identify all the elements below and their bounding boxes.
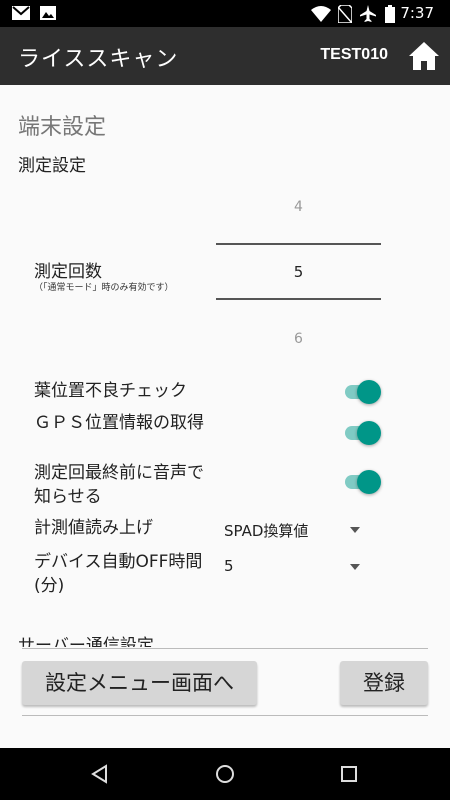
voice-notify-toggle[interactable] xyxy=(345,469,381,494)
readout-label: 計測値読み上げ xyxy=(34,518,153,538)
readout-value: SPAD換算値 xyxy=(224,522,309,540)
divider-top xyxy=(22,648,428,649)
server-settings-heading: サーバー通信設定 xyxy=(18,636,154,647)
auto-off-label: デバイス自動OFF時間(分) xyxy=(34,552,203,596)
settings-menu-button[interactable]: 設定メニュー画面へ xyxy=(22,661,257,705)
section-title: 端末設定 xyxy=(18,115,107,140)
app-title: ライススキャン xyxy=(18,47,179,72)
picker-divider-bottom xyxy=(216,298,381,300)
auto-off-select[interactable]: 5 xyxy=(224,554,364,580)
toggle-thumb xyxy=(357,380,381,404)
gmail-icon xyxy=(12,6,30,20)
settings-content[interactable]: 端末設定 測定設定 測定回数 （「通常モード」時のみ有効です） 4 5 6 葉位… xyxy=(0,85,450,647)
auto-off-value: 5 xyxy=(224,557,234,575)
toggle-thumb xyxy=(357,470,381,494)
nav-bar xyxy=(0,748,450,800)
recents-icon[interactable] xyxy=(337,762,361,786)
leaf-position-check-label: 葉位置不良チェック xyxy=(34,381,187,401)
toggle-thumb xyxy=(357,421,381,445)
battery-icon xyxy=(385,5,395,23)
register-button[interactable]: 登録 xyxy=(340,661,428,705)
measurement-count-label: 測定回数 xyxy=(34,262,102,282)
gps-label: ＧＰＳ位置情報の取得 xyxy=(34,413,204,433)
status-bar: 7:37 xyxy=(0,0,450,27)
image-icon xyxy=(40,6,56,20)
no-sim-icon xyxy=(338,5,352,23)
airplane-icon xyxy=(360,5,376,22)
app-bar: ライススキャン TEST010 xyxy=(0,27,450,85)
clock: 7:37 xyxy=(400,4,434,22)
readout-select[interactable]: SPAD換算値 xyxy=(224,517,364,543)
measurement-settings-heading: 測定設定 xyxy=(18,156,86,176)
picker-next-value[interactable]: 6 xyxy=(216,331,381,347)
back-icon[interactable] xyxy=(88,762,112,786)
gps-toggle[interactable] xyxy=(345,420,381,445)
picker-divider-top xyxy=(216,243,381,245)
measurement-count-note: （「通常モード」時のみ有効です） xyxy=(34,283,174,293)
picker-current-value[interactable]: 5 xyxy=(216,263,381,281)
divider-bottom xyxy=(22,715,428,716)
user-id: TEST010 xyxy=(320,46,388,63)
home-nav-icon[interactable] xyxy=(213,762,237,786)
voice-notify-label: 測定回最終前に音声で知らせる xyxy=(34,463,204,507)
leaf-position-check-toggle[interactable] xyxy=(345,379,381,404)
dropdown-arrow-icon xyxy=(350,564,360,570)
wifi-icon xyxy=(311,6,331,22)
picker-prev-value[interactable]: 4 xyxy=(216,199,381,215)
home-icon[interactable] xyxy=(408,41,440,71)
dropdown-arrow-icon xyxy=(350,527,360,533)
